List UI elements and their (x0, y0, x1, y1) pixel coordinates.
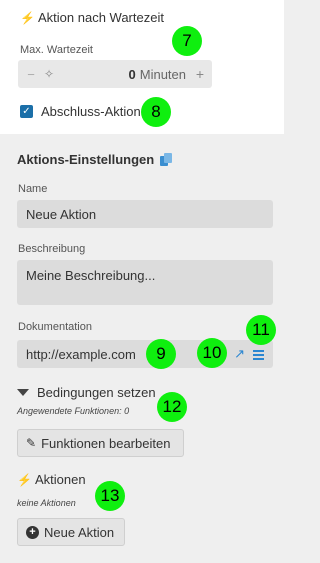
marker-8: 8 (141, 97, 171, 127)
actions-title-text: Aktionen (35, 472, 86, 487)
decrement-button[interactable]: − (22, 67, 40, 82)
marker-13: 13 (95, 481, 125, 511)
increment-button[interactable]: + (192, 66, 208, 82)
new-action-button[interactable]: + Neue Aktion (17, 518, 125, 546)
edit-functions-label: Funktionen bearbeiten (41, 435, 171, 451)
settings-title: Aktions-Einstellungen (17, 152, 173, 167)
pencil-icon: ✎ (26, 436, 37, 450)
wait-section-title: ⚡ Aktion nach Wartezeit (20, 10, 164, 25)
wait-section-title-text: Aktion nach Wartezeit (38, 10, 164, 25)
new-action-label: Neue Aktion (44, 524, 115, 540)
documentation-actions: ↗ (234, 346, 264, 362)
name-input[interactable]: Neue Aktion (17, 200, 273, 228)
documentation-input[interactable]: http://example.com ↗ (17, 340, 273, 368)
conditions-title-text: Bedingungen setzen (37, 385, 156, 400)
final-action-row[interactable]: ✓ Abschluss-Aktion (20, 104, 141, 119)
menu-icon[interactable] (253, 349, 264, 360)
description-value[interactable]: Meine Beschreibung... (26, 268, 155, 283)
max-wait-stepper[interactable]: − ✧ 0 Minuten + (18, 60, 212, 88)
name-label: Name (18, 183, 48, 195)
conditions-title: Bedingungen setzen (17, 385, 156, 400)
no-actions-text: keine Aktionen (17, 498, 76, 508)
description-label: Beschreibung (18, 243, 86, 255)
final-action-checkbox[interactable]: ✓ (20, 105, 33, 118)
settings-title-text: Aktions-Einstellungen (17, 152, 155, 167)
marker-11: 11 (246, 315, 276, 345)
magic-wand-icon[interactable]: ✧ (40, 67, 58, 81)
max-wait-unit: Minuten (139, 66, 186, 82)
max-wait-value[interactable]: 0 (58, 67, 140, 82)
bolt-icon: ⚡ (17, 472, 32, 487)
documentation-value[interactable]: http://example.com (26, 347, 136, 362)
actions-title: ⚡ Aktionen (17, 472, 86, 487)
bolt-icon: ⚡ (20, 10, 35, 25)
filter-icon (17, 389, 29, 396)
plus-circle-icon: + (26, 525, 39, 539)
applied-functions-text: Angewendete Funktionen: 0 (17, 406, 130, 416)
copy-icon[interactable] (160, 153, 173, 166)
marker-7: 7 (172, 26, 202, 56)
documentation-label: Dokumentation (18, 321, 92, 333)
external-link-icon[interactable]: ↗ (234, 346, 245, 362)
name-input-value[interactable]: Neue Aktion (26, 207, 96, 222)
max-wait-label: Max. Wartezeit (20, 44, 93, 56)
description-textarea[interactable]: Meine Beschreibung... (17, 260, 273, 305)
final-action-label[interactable]: Abschluss-Aktion (41, 104, 141, 119)
edit-functions-button[interactable]: ✎ Funktionen bearbeiten (17, 429, 184, 457)
marker-9: 9 (146, 339, 176, 369)
marker-12: 12 (157, 392, 187, 422)
marker-10: 10 (197, 338, 227, 368)
